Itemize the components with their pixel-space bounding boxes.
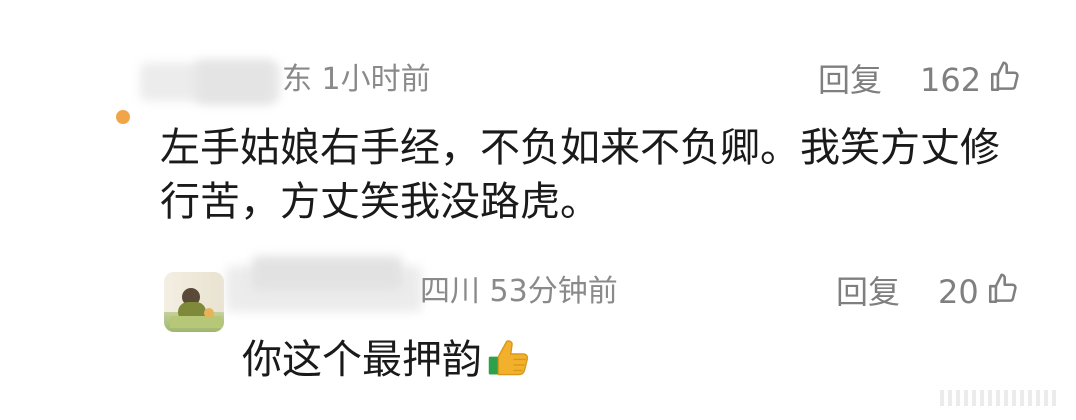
comment-item-2: 四川 53分钟前 回复 20 你这个最押韵	[0, 250, 1076, 420]
comment-content-line1: 左手姑娘右手经，不负如来不负卿。我笑方丈修	[160, 125, 1000, 171]
reply-location-time: 四川 53分钟前	[420, 274, 618, 309]
thumbs-up-icon[interactable]	[986, 272, 1020, 306]
like-count: 162	[920, 61, 982, 99]
watermark	[940, 390, 1060, 406]
reply-content: 你这个最押韵	[242, 337, 482, 383]
avatar-indicator	[116, 110, 130, 124]
thumbs-up-emoji	[486, 336, 530, 380]
avatar[interactable]	[164, 272, 224, 332]
reply-button[interactable]: 回复	[836, 274, 900, 310]
username-blurred-extra	[196, 60, 274, 104]
username-blurred-extra	[252, 256, 402, 290]
comment-item-1: 东 1小时前 回复 162 左手姑娘右手经，不负如来不负卿。我笑方丈修 行苦，方…	[0, 0, 1076, 250]
comment-location-time: 东 1小时前	[282, 62, 431, 97]
reply-button[interactable]: 回复	[818, 62, 882, 98]
comment-content-line2: 行苦，方丈笑我没路虎。	[160, 179, 600, 225]
thumbs-up-icon[interactable]	[988, 60, 1022, 94]
like-count: 20	[938, 273, 979, 311]
